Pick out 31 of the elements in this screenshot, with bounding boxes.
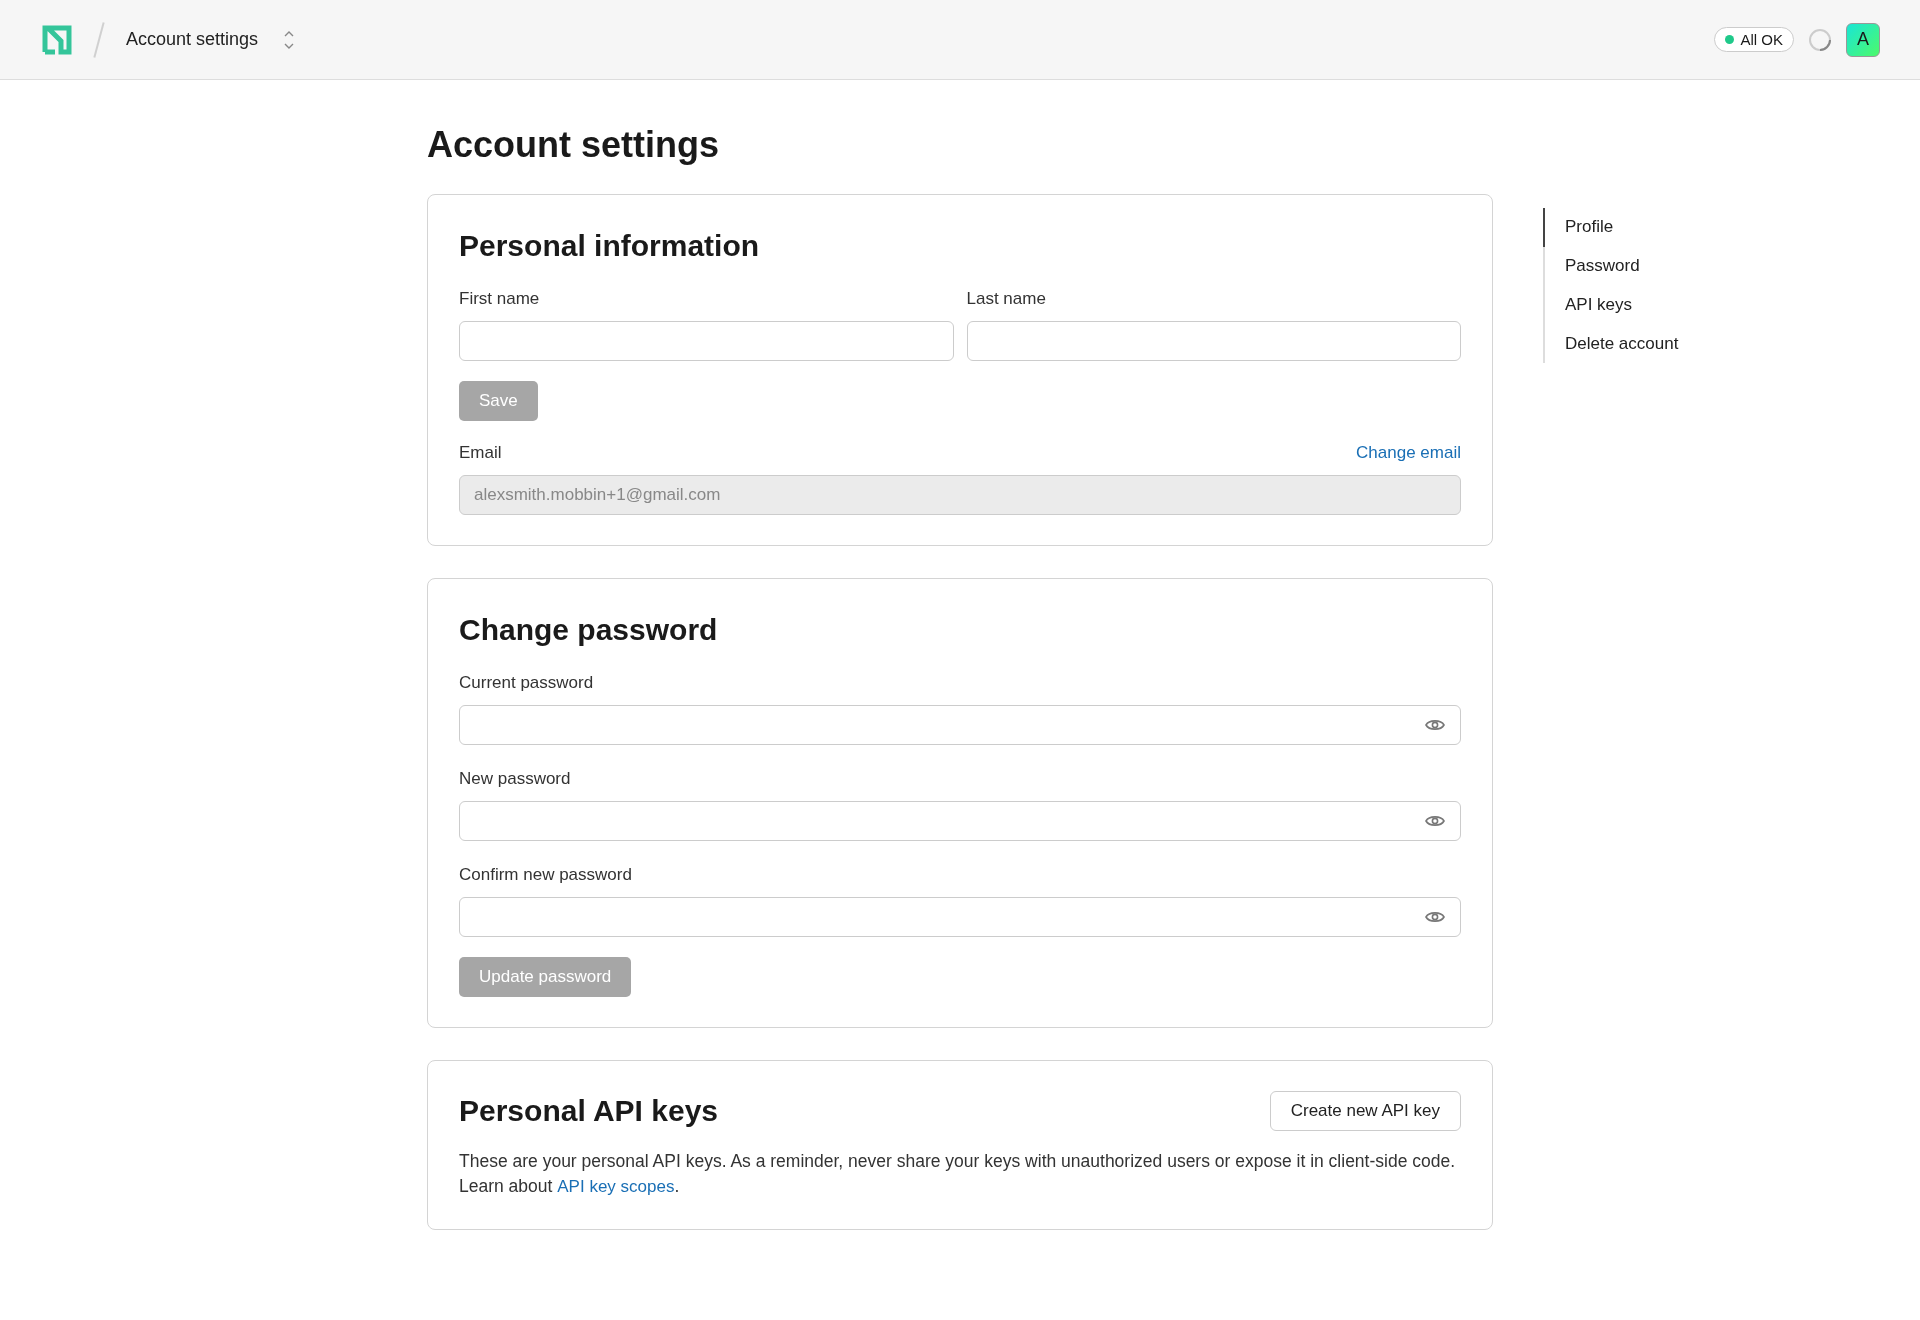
nav-item[interactable]: Delete account: [1543, 324, 1679, 363]
create-api-key-button[interactable]: Create new API key: [1269, 1091, 1461, 1131]
eye-icon[interactable]: [1425, 814, 1445, 828]
section-title: Personal API keys: [459, 1094, 719, 1128]
field-label: First name: [459, 289, 541, 309]
input-field[interactable]: [966, 321, 1461, 361]
description: These are your personal API keys. As a reminder, never share your keys with unauthorized users or expose it in client-side code. Learn about API key scopes.: [459, 1150, 1457, 1198]
password-field[interactable]: [459, 705, 1461, 745]
api-key-scopes-link[interactable]: API key scopes: [557, 1177, 675, 1196]
password-field[interactable]: [459, 801, 1461, 841]
status-badge[interactable]: All OK: [1714, 27, 1794, 52]
avatar[interactable]: A: [1846, 22, 1880, 57]
field-label: Email: [459, 443, 502, 463]
breadcrumb[interactable]: Account settings: [126, 29, 259, 50]
field-label: New password: [459, 769, 572, 789]
nav-item[interactable]: Password: [1543, 246, 1679, 286]
status-label: All OK: [1740, 31, 1783, 48]
nav-item[interactable]: API keys: [1543, 285, 1679, 325]
chevron-up-down-icon[interactable]: [284, 29, 295, 50]
nav-item[interactable]: Profile: [1543, 208, 1679, 247]
field-label: Last name: [966, 289, 1047, 309]
eye-icon[interactable]: [1425, 718, 1445, 732]
eye-icon[interactable]: [1425, 910, 1445, 924]
field-label: Current password: [459, 673, 595, 693]
spinner-icon: [1808, 27, 1832, 52]
section-title: Personal information: [459, 229, 761, 263]
page-title: Account settings: [427, 124, 721, 166]
field-label: Confirm new password: [459, 865, 633, 885]
input-field[interactable]: [459, 321, 954, 361]
password-field[interactable]: [459, 897, 1461, 937]
section-title: Change password: [459, 613, 719, 647]
